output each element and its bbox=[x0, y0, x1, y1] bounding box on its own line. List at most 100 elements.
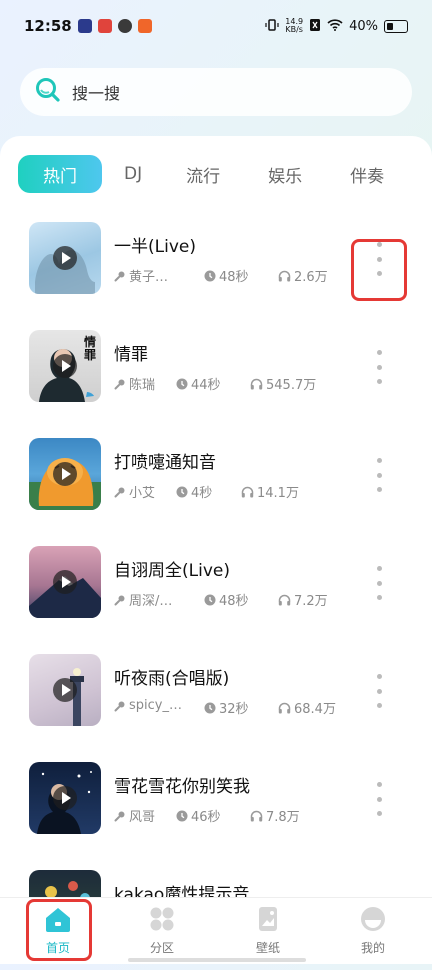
headphones-icon bbox=[241, 486, 254, 498]
clock-icon bbox=[176, 486, 188, 498]
song-plays-text: 2.6万 bbox=[294, 270, 328, 285]
play-icon[interactable] bbox=[53, 462, 77, 486]
sim-icon bbox=[309, 18, 321, 35]
song-artist-text: 周深/… bbox=[129, 594, 173, 609]
list-item[interactable]: 打喷嚏通知音 小艾 4秒 14.1万 bbox=[0, 438, 432, 538]
search-bar[interactable]: 搜一搜 bbox=[20, 68, 412, 116]
status-bar: 12:58 14.9 KB/s 40% bbox=[0, 0, 432, 52]
song-plays: 7.8万 bbox=[250, 806, 300, 825]
tab-hot[interactable]: 热门 bbox=[18, 155, 102, 193]
song-plays: 7.2万 bbox=[278, 590, 328, 609]
microphone-icon bbox=[114, 810, 126, 822]
clock-icon bbox=[176, 378, 188, 390]
play-icon[interactable] bbox=[53, 678, 77, 702]
clock-icon bbox=[204, 270, 216, 282]
song-duration-text: 32秒 bbox=[219, 702, 249, 717]
nav-category-label: 分区 bbox=[149, 941, 174, 955]
headphones-icon bbox=[250, 810, 263, 822]
dot bbox=[376, 580, 382, 586]
more-options-button[interactable] bbox=[366, 674, 392, 708]
song-plays-text: 14.1万 bbox=[257, 486, 299, 501]
clock-icon bbox=[176, 810, 188, 822]
battery-icon bbox=[384, 19, 408, 33]
dot bbox=[376, 379, 382, 384]
dot bbox=[376, 811, 382, 816]
song-cover[interactable] bbox=[29, 654, 101, 726]
song-plays-text: 545.7万 bbox=[266, 378, 317, 393]
tab-accompaniment[interactable]: 伴奏 bbox=[350, 162, 384, 187]
song-artist: 黄子… bbox=[114, 266, 168, 285]
highlight-box-more bbox=[351, 239, 407, 301]
more-options-button[interactable] bbox=[366, 782, 392, 816]
tab-entertainment[interactable]: 娱乐 bbox=[268, 162, 302, 187]
more-options-button[interactable] bbox=[366, 458, 392, 492]
song-artist: 周深/… bbox=[114, 590, 172, 609]
song-title: 雪花雪花你别笑我 bbox=[114, 777, 250, 797]
list-item[interactable]: 雪花雪花你别笑我 风哥 46秒 7.8万 bbox=[0, 762, 432, 862]
song-title: 情罪 bbox=[114, 345, 148, 365]
more-options-button[interactable] bbox=[366, 566, 392, 600]
song-artist: 小艾 bbox=[114, 482, 155, 501]
song-plays-text: 68.4万 bbox=[294, 702, 336, 717]
list-item[interactable]: 自诩周全(Live) 周深/… 48秒 7.2万 bbox=[0, 546, 432, 646]
song-duration-text: 48秒 bbox=[219, 270, 249, 285]
song-plays: 68.4万 bbox=[278, 698, 336, 717]
nav-profile-label: 我的 bbox=[360, 941, 385, 955]
nav-profile[interactable]: 我的 bbox=[343, 906, 403, 956]
search-placeholder: 搜一搜 bbox=[72, 84, 121, 103]
song-duration: 4秒 bbox=[176, 482, 212, 501]
song-artist-text: 陈瑞 bbox=[129, 378, 156, 393]
more-options-button[interactable] bbox=[366, 350, 392, 384]
headphones-icon bbox=[278, 702, 291, 714]
song-duration: 46秒 bbox=[176, 806, 221, 825]
song-title: 一半(Live) bbox=[114, 237, 196, 257]
song-duration: 32秒 bbox=[204, 698, 249, 717]
song-duration-text: 44秒 bbox=[191, 378, 221, 393]
song-cover[interactable] bbox=[29, 438, 101, 510]
status-right: 14.9 KB/s 40% bbox=[265, 18, 408, 35]
dot bbox=[376, 566, 382, 571]
status-time: 12:58 bbox=[24, 17, 72, 35]
song-artist-text: 黄子… bbox=[129, 270, 169, 285]
highlight-box-home bbox=[26, 899, 92, 961]
dot bbox=[376, 487, 382, 492]
song-plays: 14.1万 bbox=[241, 482, 299, 501]
cover-caption: 情罪 bbox=[84, 335, 97, 362]
song-title: 听夜雨(合唱版) bbox=[114, 669, 230, 689]
nav-wallpaper[interactable]: 壁纸 bbox=[238, 906, 298, 956]
song-cover[interactable] bbox=[29, 762, 101, 834]
list-item[interactable]: 情罪 情罪 陈瑞 44秒 545.7万 bbox=[0, 330, 432, 430]
microphone-icon bbox=[114, 378, 126, 390]
microphone-icon bbox=[114, 700, 126, 712]
song-duration: 48秒 bbox=[204, 590, 249, 609]
status-left: 12:58 bbox=[24, 17, 152, 35]
wifi-icon bbox=[327, 18, 343, 34]
song-duration: 48秒 bbox=[204, 266, 249, 285]
play-icon[interactable] bbox=[53, 570, 77, 594]
clock-icon bbox=[204, 702, 216, 714]
song-cover[interactable] bbox=[29, 222, 101, 294]
wallpaper-icon bbox=[254, 907, 282, 935]
song-artist-text: 风哥 bbox=[129, 810, 156, 825]
list-item[interactable]: 听夜雨(合唱版) spicy_… 32秒 68.4万 bbox=[0, 654, 432, 754]
tab-dj[interactable]: DJ bbox=[124, 164, 142, 184]
tab-pop[interactable]: 流行 bbox=[186, 162, 220, 187]
network-speed-unit: KB/s bbox=[285, 25, 303, 34]
battery-percent: 40% bbox=[349, 18, 378, 34]
notification-app-icon bbox=[97, 19, 112, 33]
content-sheet: 热门 DJ 流行 娱乐 伴奏 一半(Live) 黄子… 48秒 2.6万 情罪 … bbox=[0, 136, 432, 964]
dot bbox=[376, 703, 382, 708]
home-indicator[interactable] bbox=[128, 958, 306, 962]
nav-wallpaper-label: 壁纸 bbox=[255, 941, 280, 955]
play-icon[interactable] bbox=[53, 246, 77, 270]
category-tabs: 热门 DJ 流行 娱乐 伴奏 bbox=[18, 154, 432, 194]
microphone-icon bbox=[114, 270, 126, 282]
nav-category[interactable]: 分区 bbox=[132, 906, 192, 956]
play-icon[interactable] bbox=[53, 786, 77, 810]
song-cover[interactable]: 情罪 bbox=[29, 330, 101, 402]
dot bbox=[376, 796, 382, 802]
clock-icon bbox=[204, 594, 216, 606]
play-icon[interactable] bbox=[53, 354, 77, 378]
notification-app-icon bbox=[137, 19, 152, 33]
song-cover[interactable] bbox=[29, 546, 101, 618]
